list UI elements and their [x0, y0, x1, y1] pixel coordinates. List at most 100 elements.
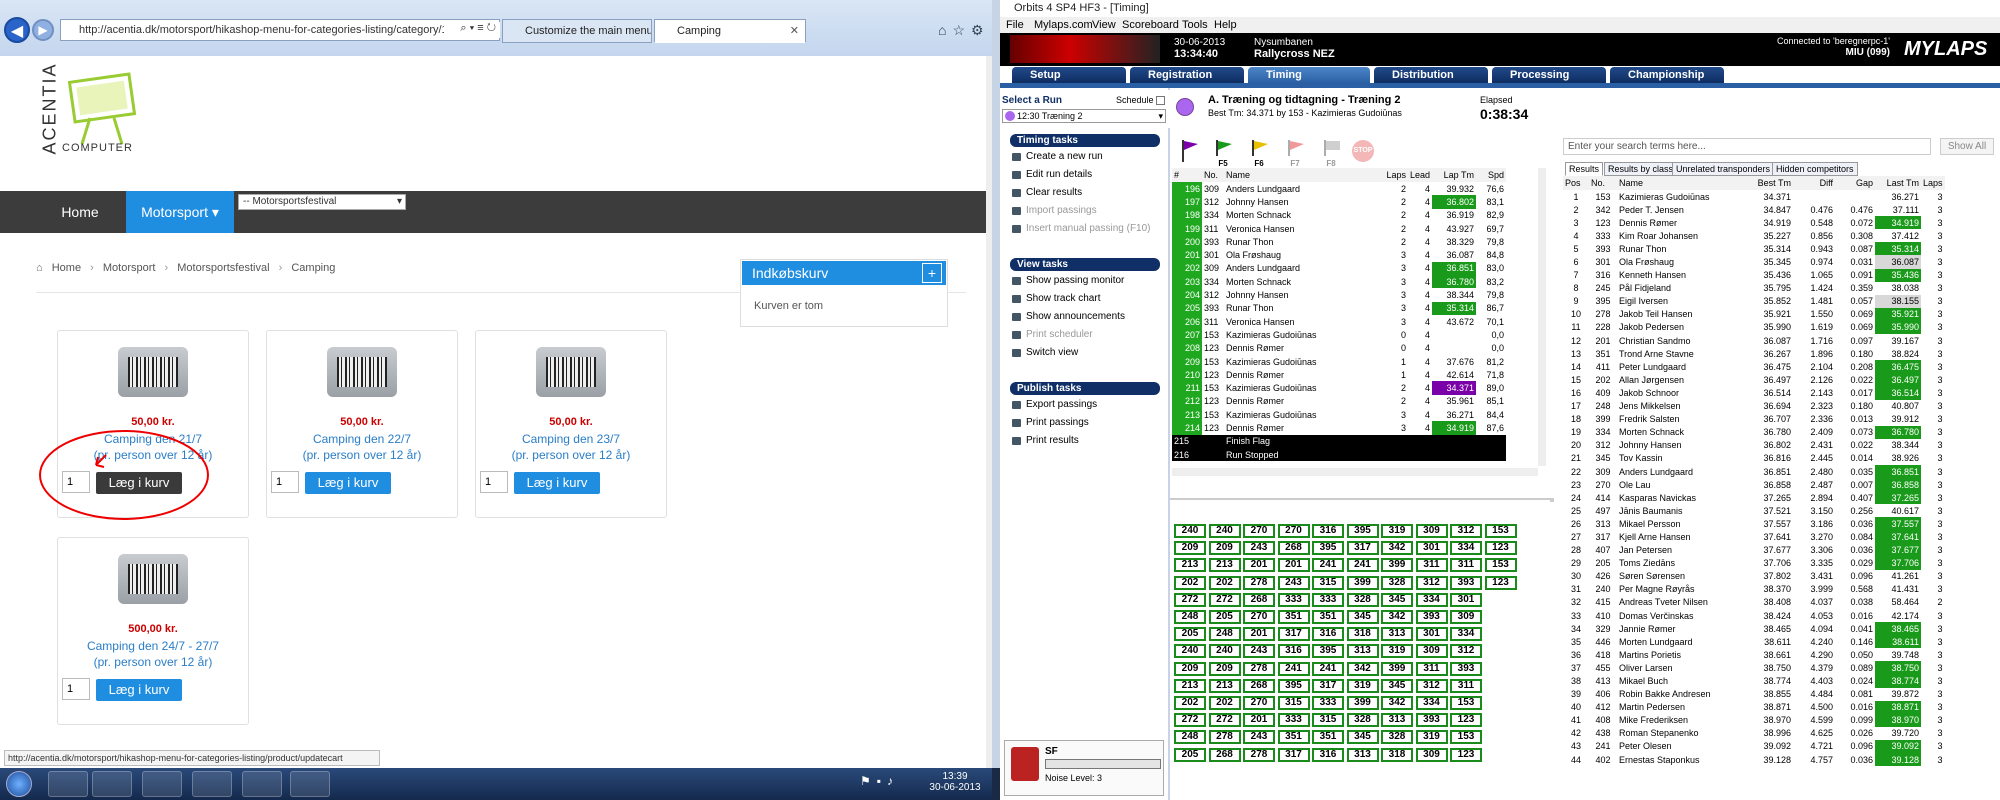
passing-tile[interactable]: 395 [1346, 524, 1379, 538]
passing-tile[interactable]: 201 [1243, 713, 1275, 728]
passing-tile[interactable]: 240 [1208, 644, 1241, 659]
passing-tile[interactable]: 209 [1208, 541, 1241, 556]
passing-tile[interactable]: 318 [1381, 747, 1413, 762]
menu-scoreboard[interactable]: Scoreboard [1122, 17, 1179, 33]
run-select[interactable]: 12:30 Træning 2 ▾ [1002, 109, 1166, 123]
passing-tile[interactable]: 311 [1450, 678, 1482, 693]
passing-tile[interactable]: 334 [1450, 541, 1482, 556]
results-row[interactable]: 35 446 Morten Lundgaard 38.611 4.240 0.146 38.… [1563, 635, 1945, 649]
results-row[interactable]: 5 393 Runar Thon 35.314 0.943 0.087 35.314 3 [1563, 242, 1945, 256]
passing-tile[interactable]: 272 [1208, 592, 1241, 607]
passing-tile[interactable]: 309 [1415, 524, 1448, 538]
results-row[interactable]: 21 345 Tov Kassin 36.816 2.445 0.014 38.926 3 [1563, 452, 1945, 465]
media-player-icon[interactable] [92, 771, 132, 797]
results-row[interactable]: 6 301 Ola Frøshaug 35.345 0.974 0.031 36.087 3 [1563, 255, 1945, 269]
passing-tile[interactable]: 328 [1346, 713, 1379, 728]
passing-tile[interactable]: 278 [1243, 661, 1275, 676]
category-select[interactable]: -- Motorsportsfestival ▾ [238, 194, 406, 210]
explorer-icon[interactable] [48, 771, 88, 797]
passing-tile[interactable]: 202 [1174, 696, 1206, 710]
back-button[interactable]: ◀ [4, 17, 30, 43]
results-row[interactable]: 9 395 Eigil Iversen 35.852 1.481 0.057 38.155 3 [1563, 294, 1945, 308]
start-button[interactable] [6, 771, 32, 797]
menu-mylaps[interactable]: Mylaps.com [1034, 17, 1093, 33]
tab-camping[interactable]: Camping ✕ [654, 19, 806, 43]
passing-tile[interactable]: 333 [1277, 713, 1310, 728]
passing-tile[interactable]: 311 [1415, 558, 1448, 573]
passing-tile[interactable]: 399 [1381, 661, 1413, 676]
product-title[interactable]: Camping den 22/7 [267, 431, 457, 447]
paint-icon[interactable] [290, 771, 330, 797]
passing-tile[interactable]: 328 [1346, 592, 1379, 607]
passing-tile[interactable]: 313 [1381, 627, 1413, 642]
passing-tile[interactable]: 272 [1208, 713, 1241, 728]
results-row[interactable]: 22 309 Anders Lundgaard 36.851 2.480 0.035 36.… [1563, 464, 1945, 479]
product-subtitle[interactable]: (pr. person over 12 år) [267, 447, 457, 463]
results-row[interactable]: 11 228 Jakob Pedersen 35.990 1.619 0.069 35.99… [1563, 320, 1945, 335]
passing-row[interactable]: 199 311 Veronica Hansen 2 4 43.927 69,7 [1172, 221, 1506, 236]
passing-tile[interactable]: 270 [1243, 610, 1275, 624]
passing-tile[interactable]: 342 [1381, 696, 1413, 710]
results-row[interactable]: 29 205 Toms Ziedāns 37.706 3.335 0.029 37.706 3 [1563, 556, 1945, 570]
passing-tile[interactable]: 240 [1174, 644, 1206, 659]
passing-tile[interactable]: 395 [1312, 644, 1344, 659]
passing-row[interactable]: 198 334 Morten Schnack 2 4 36.919 82,9 [1172, 208, 1506, 222]
passing-row[interactable]: 215 Finish Flag [1172, 434, 1507, 448]
passing-tile[interactable]: 333 [1277, 592, 1310, 607]
passing-tile[interactable]: 334 [1450, 627, 1482, 642]
passing-tile[interactable]: 123 [1450, 713, 1482, 728]
address-bar[interactable]: http://acentia.dk/motorsport/hikashop-me… [60, 19, 500, 41]
passing-tile[interactable]: 278 [1208, 730, 1241, 745]
passing-row[interactable]: 205 393 Runar Thon 3 4 35.314 86,7 [1172, 301, 1506, 315]
tab-hidden-competitors[interactable]: Hidden competitors [1772, 162, 1858, 176]
clear-results-task[interactable]: Clear results [1010, 186, 1166, 200]
edit-run-task[interactable]: Edit run details [1010, 168, 1166, 182]
passing-tile[interactable]: 301 [1450, 592, 1482, 607]
results-row[interactable]: 7 316 Kenneth Hansen 35.436 1.065 0.091 35.436… [1563, 268, 1945, 282]
passing-row[interactable]: 204 312 Johnny Hansen 3 4 38.344 79,8 [1172, 288, 1506, 302]
results-row[interactable]: 20 312 Johnny Hansen 36.802 2.431 0.022 38.344… [1563, 439, 1945, 452]
passing-tile[interactable]: 316 [1312, 627, 1344, 642]
show-announcements-task[interactable]: Show announcements [1010, 310, 1166, 324]
product-subtitle[interactable]: (pr. person over 12 år) [476, 447, 666, 463]
results-column-header[interactable]: Laps [1921, 176, 1945, 190]
menu-tools[interactable]: Tools [1182, 17, 1208, 33]
results-row[interactable]: 19 334 Morten Schnack 36.780 2.409 0.073 36.78… [1563, 425, 1945, 439]
passing-row[interactable]: 212 123 Dennis Rømer 2 4 35.961 85,1 [1172, 394, 1506, 409]
passings-column-header[interactable]: Spd [1476, 168, 1506, 182]
menu-file[interactable]: File [1006, 17, 1024, 33]
search-input[interactable]: Enter your search terms here... [1563, 138, 1931, 155]
passing-tile[interactable]: 209 [1174, 541, 1206, 556]
passing-tile[interactable]: 272 [1174, 592, 1206, 607]
results-column-header[interactable]: Last Tm [1875, 176, 1921, 190]
passing-tile[interactable]: 268 [1277, 541, 1310, 556]
tray-icons[interactable]: ⚑▪♪ [860, 774, 920, 794]
schedule-checkbox[interactable] [1156, 96, 1165, 105]
results-row[interactable]: 40 412 Martin Pedersen 38.871 4.500 0.016 38.8… [1563, 700, 1945, 714]
passing-tile[interactable]: 345 [1381, 592, 1413, 607]
results-column-header[interactable]: Pos [1563, 176, 1589, 190]
passing-tile[interactable]: 248 [1174, 610, 1206, 624]
results-row[interactable]: 42 438 Roman Stepanenko 38.996 4.625 0.026 39.… [1563, 727, 1945, 740]
results-row[interactable]: 4 333 Kim Roar Johansen 35.227 0.856 0.308 37.… [1563, 229, 1945, 242]
passings-scrollbar[interactable] [1538, 168, 1546, 466]
results-row[interactable]: 30 426 Søren Sørensen 37.802 3.431 0.096 41.26… [1563, 570, 1945, 583]
insert-manual-passing-task[interactable]: Insert manual passing (F10) [1010, 222, 1166, 236]
passing-tile[interactable]: 240 [1174, 524, 1206, 538]
passing-tile[interactable]: 333 [1312, 592, 1344, 607]
passing-tile[interactable]: 316 [1312, 747, 1344, 762]
passing-tile[interactable]: 123 [1484, 575, 1517, 590]
results-row[interactable]: 15 202 Allan Jørgensen 36.497 2.126 0.022 36.4… [1563, 373, 1945, 387]
tab-customize-menu[interactable]: Customize the main menu... [502, 19, 652, 43]
results-row[interactable]: 23 270 Ole Lau 36.858 2.487 0.007 36.858 3 [1563, 478, 1945, 492]
nav-motorsport[interactable]: Motorsport ▾ [126, 191, 234, 233]
passing-tile[interactable]: 334 [1415, 696, 1448, 710]
passing-row[interactable]: 196 309 Anders Lundgaard 2 4 39.932 76,6 [1172, 182, 1506, 196]
passing-tile[interactable]: 328 [1381, 575, 1413, 590]
results-row[interactable]: 31 240 Per Magne Røyrås 38.370 3.999 0.568 41.… [1563, 583, 1945, 596]
passing-tile[interactable]: 312 [1450, 644, 1482, 659]
passing-tile[interactable]: 316 [1312, 524, 1344, 538]
passing-tile[interactable]: 248 [1208, 627, 1241, 642]
passing-tile[interactable]: 278 [1243, 747, 1275, 762]
passing-tile[interactable]: 328 [1381, 730, 1413, 745]
